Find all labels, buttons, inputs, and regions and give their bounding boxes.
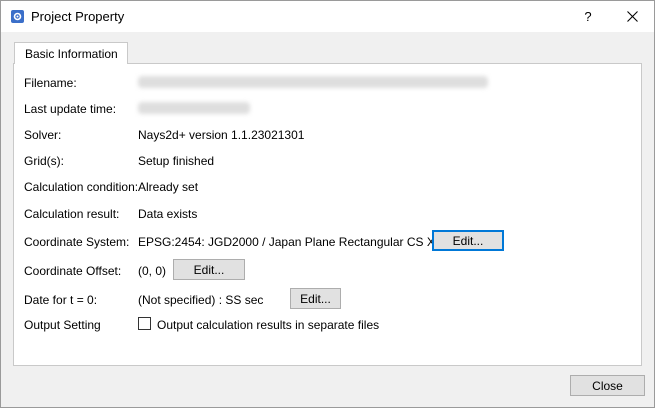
coordinate-system-label: Coordinate System: <box>24 235 130 249</box>
calculation-condition-value: Already set <box>138 180 199 194</box>
title-bar: Project Property ? <box>1 1 654 32</box>
grid-label: Grid(s): <box>24 154 64 168</box>
tab-basic-information[interactable]: Basic Information <box>14 42 128 64</box>
help-button[interactable]: ? <box>573 1 603 32</box>
filename-value-redacted <box>138 76 488 88</box>
close-icon[interactable] <box>613 1 653 32</box>
close-button[interactable]: Close <box>570 375 645 396</box>
project-property-dialog: Project Property ? Basic Information Fil… <box>0 0 655 408</box>
grid-value: Setup finished <box>138 154 215 168</box>
calculation-condition-label: Calculation condition: <box>24 180 139 194</box>
last-update-label: Last update time: <box>24 102 117 116</box>
date-t0-edit-button[interactable]: Edit... <box>290 288 341 309</box>
coordinate-offset-label: Coordinate Offset: <box>24 264 122 278</box>
coordinate-offset-value: (0, 0) <box>138 264 167 278</box>
output-setting-label: Output Setting <box>24 318 101 332</box>
date-t0-value: (Not specified) : SS sec <box>138 293 264 307</box>
gear-icon <box>11 10 24 23</box>
calculation-result-value: Data exists <box>138 207 198 221</box>
window-title: Project Property <box>31 9 125 24</box>
separate-files-checkbox[interactable] <box>138 317 151 330</box>
solver-value: Nays2d+ version 1.1.23021301 <box>138 128 305 142</box>
last-update-value-redacted <box>138 102 250 114</box>
filename-label: Filename: <box>24 76 77 90</box>
coordinate-system-value: EPSG:2454: JGD2000 / Japan Plane Rectang… <box>138 235 442 249</box>
basic-information-panel: Filename: Last update time: Solver: Nays… <box>13 63 642 366</box>
tab-label: Basic Information <box>25 47 118 61</box>
coordinate-offset-edit-button[interactable]: Edit... <box>173 259 245 280</box>
separate-files-checkbox-label[interactable]: Output calculation results in separate f… <box>157 318 379 332</box>
solver-label: Solver: <box>24 128 62 142</box>
coordinate-system-edit-button[interactable]: Edit... <box>432 230 504 251</box>
date-t0-label: Date for t = 0: <box>24 293 98 307</box>
calculation-result-label: Calculation result: <box>24 207 120 221</box>
